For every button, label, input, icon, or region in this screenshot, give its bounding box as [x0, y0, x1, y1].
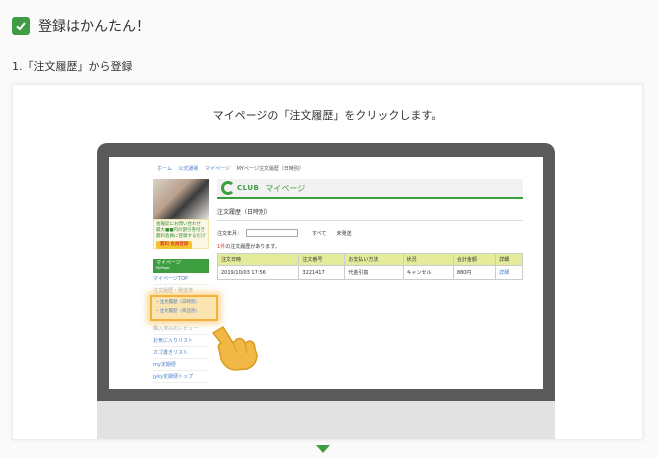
mypage-bar-sub: MyPage [156, 266, 170, 270]
order-table: 注文日時 注文番号 お支払い方法 状況 合計金額 詳細 2019/10/03 1… [216, 253, 523, 280]
col-payment: お支払い方法 [344, 253, 404, 266]
detail-link[interactable]: 詳細 [495, 265, 523, 280]
results-count-text: の注文履歴があります。 [225, 244, 280, 250]
breadcrumb-mypage[interactable]: マイページ [205, 166, 230, 172]
sidebar-item-mypage-top[interactable]: マイページTOP [153, 273, 209, 285]
col-order-date: 注文日時 [216, 253, 300, 266]
sidebar-item-favorites[interactable]: お気に入りリスト [153, 335, 209, 347]
card-caption: マイページの「注文履歴」をクリックします。 [212, 109, 443, 122]
date-filter: 注文年月： すべて 未発送 [217, 229, 523, 237]
cell-order-date: 2019/10/03 17:56 [216, 265, 300, 280]
heading-text: 登録はかんたん！ [38, 19, 150, 35]
breadcrumb: ホーム 公式通販 マイページ MYページ注文履歴（日時別） [157, 165, 304, 172]
arrow-down-icon [316, 445, 330, 453]
breadcrumb-shop[interactable]: 公式通販 [178, 166, 198, 172]
promo-box: 会報誌にお問い合わせ 最大■■円の割引券付き 無料会員に登録するだけ 無料 会員… [153, 219, 209, 249]
mypage-bar: マイページ MyPage [153, 259, 209, 273]
monitor-screen: ホーム 公式通販 マイページ MYページ注文履歴（日時別） 会報誌にお問い合わせ… [109, 157, 543, 389]
order-history-by-date-link[interactable]: ・注文履歴（日時別） [152, 297, 216, 306]
promo-photo [153, 179, 209, 219]
results-count-number: 1件 [217, 244, 226, 250]
col-order-number: 注文番号 [298, 253, 346, 266]
main-content: CLUB マイページ 注文履歴（日時別） 注文年月： すべて 未発送 1件の注文… [216, 179, 523, 280]
signup-button[interactable]: 無料 会員登録 [156, 241, 193, 249]
promo-line3: 無料会員に登録するだけ [156, 234, 206, 239]
club-logo-icon [221, 181, 235, 195]
sidebar-item-cart-list[interactable]: カゴ書きリスト [153, 347, 209, 359]
order-history-highlight[interactable]: ・注文履歴（日時別） ・注文履歴（商品別） [150, 295, 218, 321]
club-logo-text: CLUB [237, 184, 260, 192]
step-title: 1.「注文履歴」から登録 [12, 60, 133, 73]
filter-all-link[interactable]: すべて [312, 230, 326, 237]
left-sidebar: 会報誌にお問い合わせ 最大■■円の割引券付き 無料会員に登録するだけ 無料 会員… [153, 179, 209, 383]
col-total: 合計金額 [452, 253, 497, 266]
cell-status: キャンセル [402, 265, 454, 280]
section-title: 注文履歴（日時別） [217, 207, 523, 221]
order-history-by-product-link[interactable]: ・注文履歴（商品別） [152, 306, 216, 315]
results-count: 1件の注文履歴があります。 [217, 243, 523, 250]
sidebar-item-subscription[interactable]: my定期便 [153, 359, 209, 371]
club-logo-bar: CLUB マイページ [217, 179, 523, 199]
cell-total: 880円 [452, 265, 497, 280]
filter-unshipped-link[interactable]: 未発送 [336, 230, 351, 237]
col-status: 状況 [402, 253, 454, 266]
table-header-row: 注文日時 注文番号 お支払い方法 状況 合計金額 詳細 [216, 253, 523, 266]
pointing-hand-icon [211, 325, 258, 371]
breadcrumb-home[interactable]: ホーム [157, 166, 172, 172]
table-row: 2019/10/03 17:56 3221417 代金引換 キャンセル 880円… [216, 265, 523, 280]
sidebar-item-subscription-top[interactable]: jyky定期便トップ [153, 371, 209, 383]
cell-payment: 代金引換 [344, 265, 404, 280]
col-detail: 詳細 [495, 253, 523, 266]
section-heading: 登録はかんたん！ [12, 16, 150, 36]
checkbox-icon [12, 17, 30, 35]
sidebar-nav: マイページTOP 注文履歴・発送済 購入済みのレビュー お気に入りリスト カゴ書… [153, 273, 209, 383]
instruction-card: マイページの「注文履歴」をクリックします。 ホーム 公式通販 マイページ MYペ… [12, 84, 643, 440]
month-select[interactable] [246, 229, 299, 237]
filter-label: 注文年月： [217, 230, 243, 237]
logo-mypage-label: マイページ [265, 183, 306, 193]
breadcrumb-current: MYページ注文履歴（日時別） [236, 166, 304, 172]
sidebar-item-reviews[interactable]: 購入済みのレビュー [153, 323, 209, 335]
monitor-stand [97, 401, 555, 439]
cell-order-number: 3221417 [298, 265, 346, 280]
